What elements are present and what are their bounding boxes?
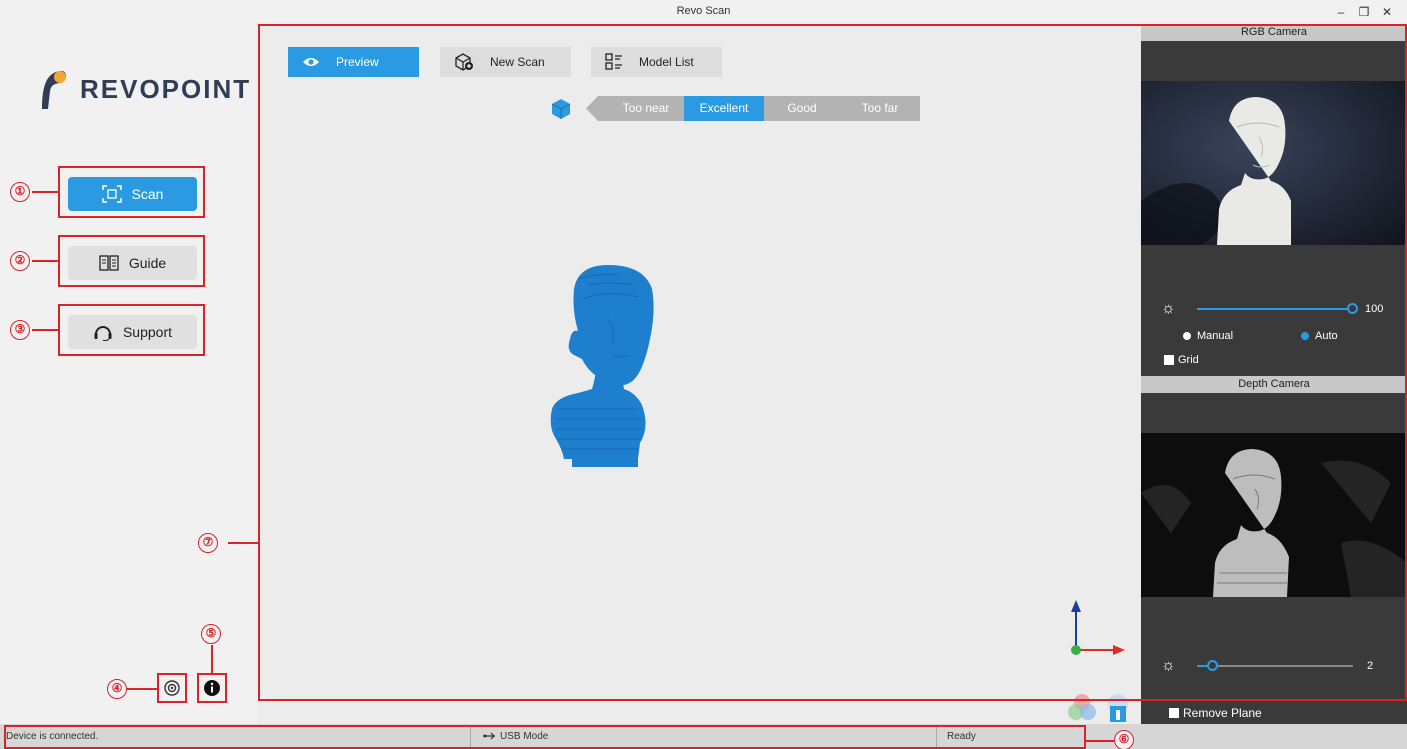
callout-6: ⑥	[1114, 730, 1134, 749]
rgb-camera-feed	[1141, 81, 1407, 245]
camera-panel: RGB Camera ☼ 100 Manual Auto Grid Depth …	[1141, 24, 1407, 724]
usb-mode: USB Mode	[500, 731, 549, 742]
connection-status: Device is connected.	[6, 731, 99, 742]
grid-checkbox-label: Grid	[1178, 354, 1199, 366]
brightness-icon: ☼	[1161, 300, 1176, 317]
callout-7: ⑦	[198, 533, 218, 553]
distance-too-far: Too far	[840, 96, 920, 121]
axis-gizmo	[1071, 600, 1125, 655]
logo-text: REVOPOINT	[80, 73, 252, 104]
depth-exposure-value: 2	[1367, 660, 1374, 672]
maximize-button[interactable]: ❐	[1354, 4, 1374, 20]
scan-button[interactable]: Scan	[68, 177, 197, 211]
support-button[interactable]: Support	[68, 315, 197, 349]
auto-radio-dot	[1301, 332, 1309, 340]
new-scan-button-label: New Scan	[490, 55, 545, 69]
rgb-brightness-knob[interactable]	[1347, 303, 1358, 314]
eye-icon	[302, 56, 320, 68]
distance-good: Good	[764, 96, 840, 121]
close-button[interactable]: ✕	[1377, 4, 1397, 20]
remove-plane-checkbox-box	[1169, 708, 1179, 718]
callout-1: ①	[10, 182, 30, 202]
distance-indicator: Too near Excellent Good Too far	[550, 96, 920, 121]
usb-icon	[482, 724, 496, 749]
remove-plane-checkbox[interactable]: Remove Plane	[1169, 706, 1262, 720]
grid-checkbox-box	[1164, 355, 1174, 365]
depth-camera-title: Depth Camera	[1141, 376, 1407, 393]
callout-5: ⑤	[201, 624, 221, 644]
depth-exposure-slider[interactable]	[1197, 660, 1353, 671]
depth-exposure-row: ☼ 2	[1161, 657, 1397, 675]
minimize-button[interactable]: –	[1331, 4, 1351, 20]
distance-too-near: Too near	[608, 96, 684, 121]
revopoint-logo-icon	[42, 70, 67, 109]
rgb-brightness-slider[interactable]	[1197, 303, 1358, 314]
depth-camera-feed	[1141, 433, 1407, 597]
auto-radio[interactable]: Auto	[1301, 330, 1338, 342]
guide-button[interactable]: Guide	[68, 246, 197, 280]
callout-3: ③	[10, 320, 30, 340]
info-icon[interactable]	[201, 677, 223, 699]
guide-button-label: Guide	[128, 255, 167, 271]
scan-button-label: Scan	[131, 186, 164, 202]
new-scan-button[interactable]: New Scan	[440, 47, 571, 77]
callout-4: ④	[107, 679, 127, 699]
model-list-button[interactable]: Model List	[591, 47, 722, 77]
view-mode-icons[interactable]	[1066, 690, 1134, 724]
preview-button[interactable]: Preview	[288, 47, 419, 77]
preview-button-label: Preview	[336, 55, 379, 69]
depth-exposure-knob[interactable]	[1206, 660, 1218, 671]
distance-excellent: Excellent	[684, 96, 764, 121]
headset-icon	[93, 323, 113, 341]
scanned-bust-model	[550, 265, 654, 467]
sidebar: REVOPOINT Scan Guide Support	[0, 24, 258, 724]
auto-radio-label: Auto	[1315, 330, 1338, 342]
book-icon	[99, 255, 119, 271]
manual-radio-label: Manual	[1197, 330, 1234, 342]
settings-icon[interactable]	[161, 677, 183, 699]
callout-2: ②	[10, 251, 30, 271]
ready-status: Ready	[947, 731, 976, 742]
logo: REVOPOINT	[38, 64, 251, 114]
support-button-label: Support	[122, 324, 173, 340]
arrow-left-icon	[586, 96, 608, 121]
model-list-button-label: Model List	[639, 55, 694, 69]
rgb-brightness-value: 100	[1365, 303, 1384, 315]
grid-checkbox[interactable]: Grid	[1164, 354, 1199, 366]
remove-plane-label: Remove Plane	[1183, 706, 1262, 720]
title-bar: Revo Scan – ❐ ✕	[0, 0, 1407, 24]
rgb-camera-title: RGB Camera	[1141, 24, 1407, 41]
list-icon	[605, 53, 623, 71]
new-scan-icon	[454, 53, 474, 71]
scan-icon	[101, 185, 122, 203]
manual-radio[interactable]: Manual	[1183, 330, 1233, 342]
status-bar: Device is connected. USB Mode Ready	[0, 724, 1407, 749]
window-title: Revo Scan	[676, 5, 731, 17]
cube-icon	[551, 98, 571, 119]
scan-viewport[interactable]: Preview New Scan Model List Too near Exc…	[258, 24, 1141, 724]
app-root: Revo Scan – ❐ ✕ REVOPOINT Scan Guide Sup…	[0, 0, 1407, 749]
rgb-brightness-row: ☼ 100	[1161, 300, 1397, 318]
exposure-icon: ☼	[1161, 657, 1176, 674]
manual-radio-dot	[1183, 332, 1191, 340]
